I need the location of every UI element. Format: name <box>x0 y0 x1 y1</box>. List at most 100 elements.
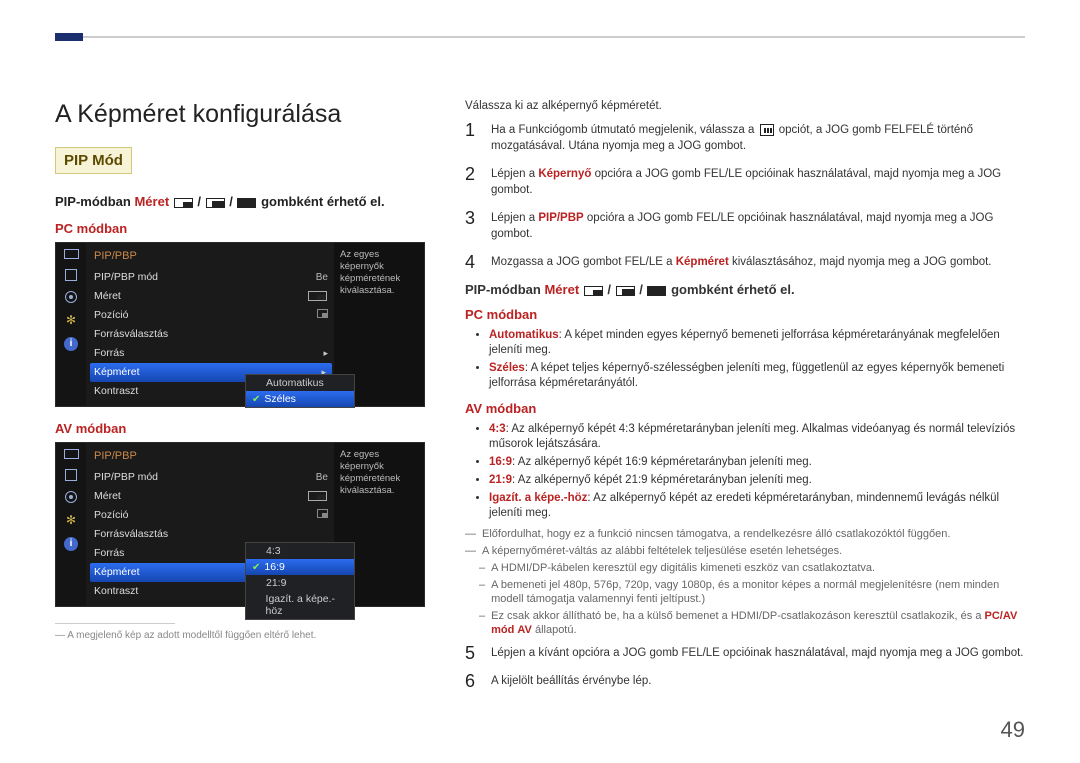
lbl: Képméret <box>94 365 140 380</box>
footnote: ― A megjelenő kép az adott modelltől füg… <box>55 630 435 641</box>
opt-219: 21:9 <box>246 575 354 591</box>
lbl: Pozíció <box>94 508 128 523</box>
step-body: Mozgassa a JOG gombot FEL/LE a Képméret … <box>491 254 1025 270</box>
step-body: A kijelölt beállítás érvénybe lép. <box>491 673 1025 689</box>
step-1: 1 Ha a Funkciógomb útmutató megjelenik, … <box>465 122 1025 154</box>
gear-icon: ✻ <box>63 513 79 527</box>
osd-row-size: Méret <box>94 287 334 306</box>
box-icon <box>65 469 77 481</box>
pc-mode-label: PC módban <box>55 221 435 236</box>
lbl: Forrásválasztás <box>94 327 168 342</box>
size-small-icon <box>308 491 327 501</box>
step-num: 1 <box>465 122 481 154</box>
check-icon: ✔ <box>252 394 260 405</box>
note-2b: ‒A bemeneti jel 480p, 576p, 720p, vagy 1… <box>479 578 1025 606</box>
txt: gombként érhető el <box>261 194 381 209</box>
bullet-auto: Automatikus: A képet minden egyes képern… <box>489 328 1025 358</box>
gear-icon: ✻ <box>63 313 79 327</box>
txt: : Az alképernyő képét 21:9 képméretarány… <box>512 474 812 486</box>
lbl: 4:3 <box>489 423 506 435</box>
osd-pc-wrap: ✻ i PIP/PBP PIP/PBP mód Be Méret Pozíció <box>55 242 435 407</box>
txt-bold: PIP/PBP <box>538 212 583 224</box>
footnote-divider <box>55 623 175 624</box>
osd-submenu-pc: Automatikus ✔ Széles <box>245 374 355 408</box>
lbl: Forrás <box>94 346 124 361</box>
monitor-icon <box>64 449 79 459</box>
size-large-icon <box>647 286 666 296</box>
size-medium-icon <box>206 198 225 208</box>
opt-169-selected: ✔ 16:9 <box>246 559 354 575</box>
step-6: 6 A kijelölt beállítás érvénybe lép. <box>465 673 1025 689</box>
lbl: 16:9 <box>489 456 512 468</box>
opt-auto: Automatikus <box>246 375 354 391</box>
txt: : A képet minden egyes képernyő bemeneti… <box>489 329 1000 356</box>
txt: PC módban <box>55 221 127 236</box>
note-2: ―A képernyőméret-váltás az alábbi feltét… <box>465 544 1025 558</box>
osd-sidebar: ✻ i <box>56 243 86 406</box>
lbl: 16:9 <box>264 561 284 573</box>
txt: AV módban <box>465 401 536 416</box>
pip-size-heading: PIP-módban Méret / / gombként érhető el. <box>55 194 435 209</box>
step-num: 6 <box>465 673 481 689</box>
txt-red: Méret <box>134 194 169 209</box>
step-num: 4 <box>465 254 481 270</box>
lbl: PIP/PBP mód <box>94 270 158 285</box>
txt: AV módban <box>55 421 126 436</box>
right-column: Válassza ki az alképernyő képméretét. 1 … <box>465 100 1025 701</box>
lbl: Kontraszt <box>94 384 138 399</box>
pc-mode-heading: PC módban <box>465 307 1025 322</box>
txt: állapotú. <box>532 624 577 636</box>
txt: A képernyőméret-váltás az alábbi feltéte… <box>482 544 842 558</box>
bullet-wide: Széles: A képet teljes képernyő-szélessé… <box>489 361 1025 391</box>
lbl: Széles <box>264 393 296 405</box>
lbl: Forrásválasztás <box>94 527 168 542</box>
lbl: Igazít. a képe.-höz <box>266 593 348 617</box>
size-small-icon <box>308 291 327 301</box>
bullet-fit: Igazít. a képe.-höz: Az alképernyő képét… <box>489 491 1025 521</box>
txt: Előfordulhat, hogy ez a funkció nincsen … <box>482 527 950 541</box>
page-body: A Képméret konfigurálása PIP Mód PIP-mód… <box>55 100 1025 701</box>
step-2: 2 Lépjen a Képernyő opcióra a JOG gomb F… <box>465 166 1025 198</box>
step-body: Ha a Funkciógomb útmutató megjelenik, vá… <box>491 122 1025 154</box>
opt-43: 4:3 <box>246 543 354 559</box>
txt: Lépjen a <box>491 168 538 180</box>
top-divider <box>55 36 1025 38</box>
txt: gombként érhető el <box>671 282 791 297</box>
step-body: Lépjen a Képernyő opcióra a JOG gomb FEL… <box>491 166 1025 198</box>
osd-av-wrap: ✻ i PIP/PBP PIP/PBP mód Be Méret Pozíció <box>55 442 435 607</box>
opt-fit: Igazít. a képe.-höz <box>246 591 354 619</box>
osd-row-mode: PIP/PBP mód Be <box>94 268 334 287</box>
page-number: 49 <box>1001 717 1025 743</box>
txt: PIP-módban <box>55 194 131 209</box>
val: Be <box>316 270 328 285</box>
txt-bold: AV <box>517 624 531 636</box>
note-2c: ‒ Ez csak akkor állítható be, ha a külső… <box>479 609 1025 637</box>
note-2a: ‒A HDMI/DP-kábelen keresztül egy digitál… <box>479 561 1025 575</box>
step-num: 3 <box>465 210 481 242</box>
osd-row-src: Forrás▸ <box>94 344 334 363</box>
step-num: 2 <box>465 166 481 198</box>
lbl: Méret <box>94 289 121 304</box>
txt: kiválasztásához, majd nyomja meg a JOG g… <box>729 256 992 268</box>
osd-row-srcsel: Forrásválasztás <box>94 325 334 344</box>
lbl: Kontraszt <box>94 584 138 599</box>
step-5: 5 Lépjen a kívánt opcióra a JOG gomb FEL… <box>465 645 1025 661</box>
txt-red: Méret <box>544 282 579 297</box>
txt: A bemeneti jel 480p, 576p, 720p, vagy 10… <box>491 578 1025 606</box>
check-icon: ✔ <box>252 562 260 573</box>
lbl: PIP/PBP mód <box>94 470 158 485</box>
lbl: Széles <box>489 362 525 374</box>
av-mode-label: AV módban <box>55 421 435 436</box>
val: Be <box>316 470 328 485</box>
info-icon: i <box>64 337 78 351</box>
lbl: Pozíció <box>94 308 128 323</box>
size-small-icon <box>584 286 603 296</box>
step-3: 3 Lépjen a PIP/PBP opcióra a JOG gomb FE… <box>465 210 1025 242</box>
osd-title: PIP/PBP <box>94 448 334 468</box>
txt: PIP-módban <box>465 282 541 297</box>
txt: Mozgassa a JOG gombot FEL/LE a <box>491 256 676 268</box>
target-icon <box>65 491 77 503</box>
txt-bold: Képernyő <box>538 168 591 180</box>
txt: : Az alképernyő képét 16:9 képméretarány… <box>512 456 812 468</box>
monitor-icon <box>64 249 79 259</box>
